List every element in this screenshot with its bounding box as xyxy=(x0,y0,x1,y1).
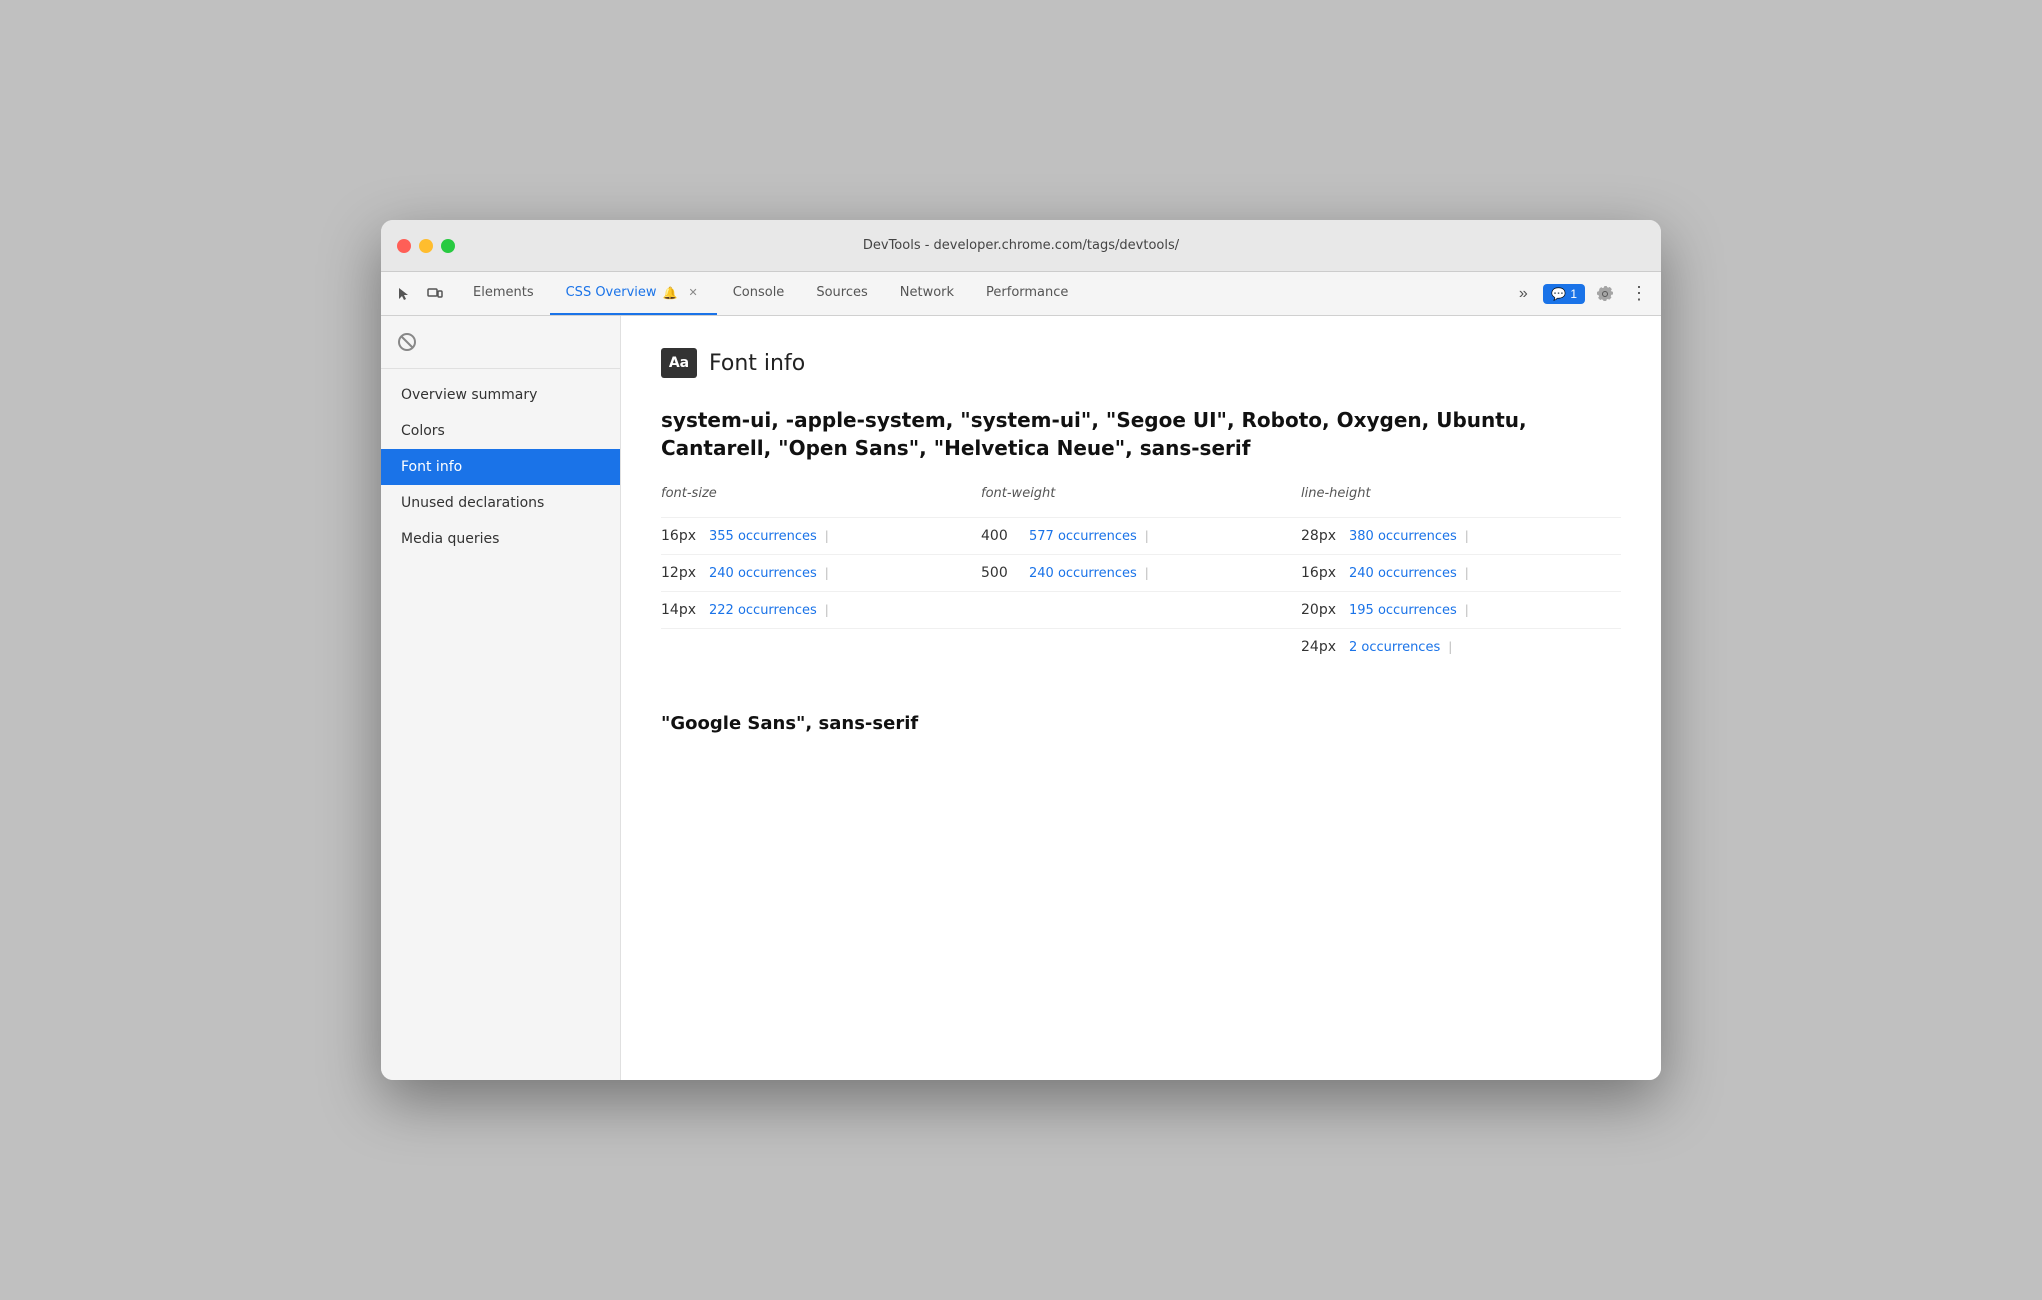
col-header-font-size: font-size xyxy=(661,486,981,501)
content-area[interactable]: Aa Font info system-ui, -apple-system, "… xyxy=(621,316,1661,1080)
sidebar-item-colors[interactable]: Colors xyxy=(381,413,620,449)
font-family-block-1: system-ui, -apple-system, "system-ui", "… xyxy=(661,406,1621,665)
settings-button[interactable] xyxy=(1591,280,1619,308)
bar-1b: | xyxy=(1145,529,1149,543)
font-table-row-3: 14px 222 occurrences | 20px 195 occurren… xyxy=(661,591,1621,628)
line-height-value-4: 24px xyxy=(1301,639,1341,655)
block-icon xyxy=(397,332,417,352)
line-height-occ-2[interactable]: 240 occurrences xyxy=(1349,566,1457,581)
tab-css-overview[interactable]: CSS Overview 🔔 ✕ xyxy=(550,272,717,315)
font-weight-occ-2[interactable]: 240 occurrences xyxy=(1029,566,1137,581)
font-table-row-4: 24px 2 occurrences | xyxy=(661,628,1621,665)
bar-1c: | xyxy=(1465,529,1469,543)
bar-1a: | xyxy=(825,529,829,543)
title-bar: DevTools - developer.chrome.com/tags/dev… xyxy=(381,220,1661,272)
font-size-value-2: 12px xyxy=(661,565,701,581)
sidebar-item-font-info[interactable]: Font info xyxy=(381,449,620,485)
line-height-value-1: 28px xyxy=(1301,528,1341,544)
section-title: Font info xyxy=(709,351,805,376)
line-height-occ-3[interactable]: 195 occurrences xyxy=(1349,603,1457,618)
tab-console[interactable]: Console xyxy=(717,272,801,315)
tab-network[interactable]: Network xyxy=(884,272,970,315)
font-weight-occ-1[interactable]: 577 occurrences xyxy=(1029,529,1137,544)
warning-icon: 🔔 xyxy=(663,286,678,300)
device-toggle-button[interactable] xyxy=(421,280,449,308)
font-family-name-2: "Google Sans", sans-serif xyxy=(661,713,1621,734)
section-header: Aa Font info xyxy=(661,348,1621,378)
line-height-value-2: 16px xyxy=(1301,565,1341,581)
block-icon-button[interactable] xyxy=(393,328,421,356)
font-size-cell-1: 16px 355 occurrences | xyxy=(661,528,981,544)
notification-button[interactable]: 💬 1 xyxy=(1543,284,1585,304)
maximize-button[interactable] xyxy=(441,239,455,253)
chat-icon: 💬 xyxy=(1551,287,1566,301)
font-weight-cell-1: 400 577 occurrences | xyxy=(981,528,1301,544)
toolbar-right: » 💬 1 ⋮ xyxy=(1509,272,1653,315)
window-controls xyxy=(397,239,455,253)
font-size-cell-3: 14px 222 occurrences | xyxy=(661,602,981,618)
font-table-row-2: 12px 240 occurrences | 500 240 occurrenc… xyxy=(661,554,1621,591)
font-size-occ-2[interactable]: 240 occurrences xyxy=(709,566,817,581)
bar-4c: | xyxy=(1448,640,1452,654)
cursor-icon xyxy=(395,286,411,302)
col-header-font-weight: font-weight xyxy=(981,486,1301,501)
sidebar-top xyxy=(381,316,620,369)
sidebar: Overview summary Colors Font info Unused… xyxy=(381,316,621,1080)
gear-icon xyxy=(1597,286,1613,302)
font-size-value-1: 16px xyxy=(661,528,701,544)
tab-sources[interactable]: Sources xyxy=(800,272,883,315)
line-height-occ-1[interactable]: 380 occurrences xyxy=(1349,529,1457,544)
main-area: Overview summary Colors Font info Unused… xyxy=(381,316,1661,1080)
bar-2a: | xyxy=(825,566,829,580)
font-size-occ-1[interactable]: 355 occurrences xyxy=(709,529,817,544)
window-title: DevTools - developer.chrome.com/tags/dev… xyxy=(863,238,1179,253)
sidebar-item-unused-declarations[interactable]: Unused declarations xyxy=(381,485,620,521)
tab-bar: Elements CSS Overview 🔔 ✕ Console Source… xyxy=(381,272,1661,316)
font-table-row-1: 16px 355 occurrences | 400 577 occurrenc… xyxy=(661,517,1621,554)
font-size-cell-2: 12px 240 occurrences | xyxy=(661,565,981,581)
bar-3a: | xyxy=(825,603,829,617)
tab-performance[interactable]: Performance xyxy=(970,272,1084,315)
minimize-button[interactable] xyxy=(419,239,433,253)
line-height-cell-4: 24px 2 occurrences | xyxy=(1301,639,1621,655)
more-options-button[interactable]: ⋮ xyxy=(1625,280,1653,308)
device-icon xyxy=(427,286,443,302)
col-header-line-height: line-height xyxy=(1301,486,1621,501)
cursor-tool-button[interactable] xyxy=(389,280,417,308)
font-size-occ-3[interactable]: 222 occurrences xyxy=(709,603,817,618)
font-weight-value-2: 500 xyxy=(981,565,1021,581)
vertical-dots-icon: ⋮ xyxy=(1630,283,1648,304)
sidebar-item-overview-summary[interactable]: Overview summary xyxy=(381,377,620,413)
line-height-cell-3: 20px 195 occurrences | xyxy=(1301,602,1621,618)
more-tabs-button[interactable]: » xyxy=(1509,280,1537,308)
font-family-block-2: "Google Sans", sans-serif xyxy=(661,713,1621,734)
tabs-container: Elements CSS Overview 🔔 ✕ Console Source… xyxy=(457,272,1509,315)
tab-elements[interactable]: Elements xyxy=(457,272,550,315)
font-size-value-3: 14px xyxy=(661,602,701,618)
line-height-cell-1: 28px 380 occurrences | xyxy=(1301,528,1621,544)
bar-2c: | xyxy=(1465,566,1469,580)
font-weight-cell-2: 500 240 occurrences | xyxy=(981,565,1301,581)
font-aa-icon: Aa xyxy=(661,348,697,378)
tab-close-icon[interactable]: ✕ xyxy=(685,285,700,300)
font-table-header: font-size font-weight line-height xyxy=(661,486,1621,505)
sidebar-nav: Overview summary Colors Font info Unused… xyxy=(381,369,620,1080)
font-weight-value-1: 400 xyxy=(981,528,1021,544)
bar-3c: | xyxy=(1465,603,1469,617)
devtools-window: DevTools - developer.chrome.com/tags/dev… xyxy=(381,220,1661,1080)
bar-2b: | xyxy=(1145,566,1149,580)
line-height-value-3: 20px xyxy=(1301,602,1341,618)
toolbar-left xyxy=(389,272,449,315)
line-height-occ-4[interactable]: 2 occurrences xyxy=(1349,640,1440,655)
font-family-name-1: system-ui, -apple-system, "system-ui", "… xyxy=(661,406,1621,462)
close-button[interactable] xyxy=(397,239,411,253)
line-height-cell-2: 16px 240 occurrences | xyxy=(1301,565,1621,581)
sidebar-item-media-queries[interactable]: Media queries xyxy=(381,521,620,557)
